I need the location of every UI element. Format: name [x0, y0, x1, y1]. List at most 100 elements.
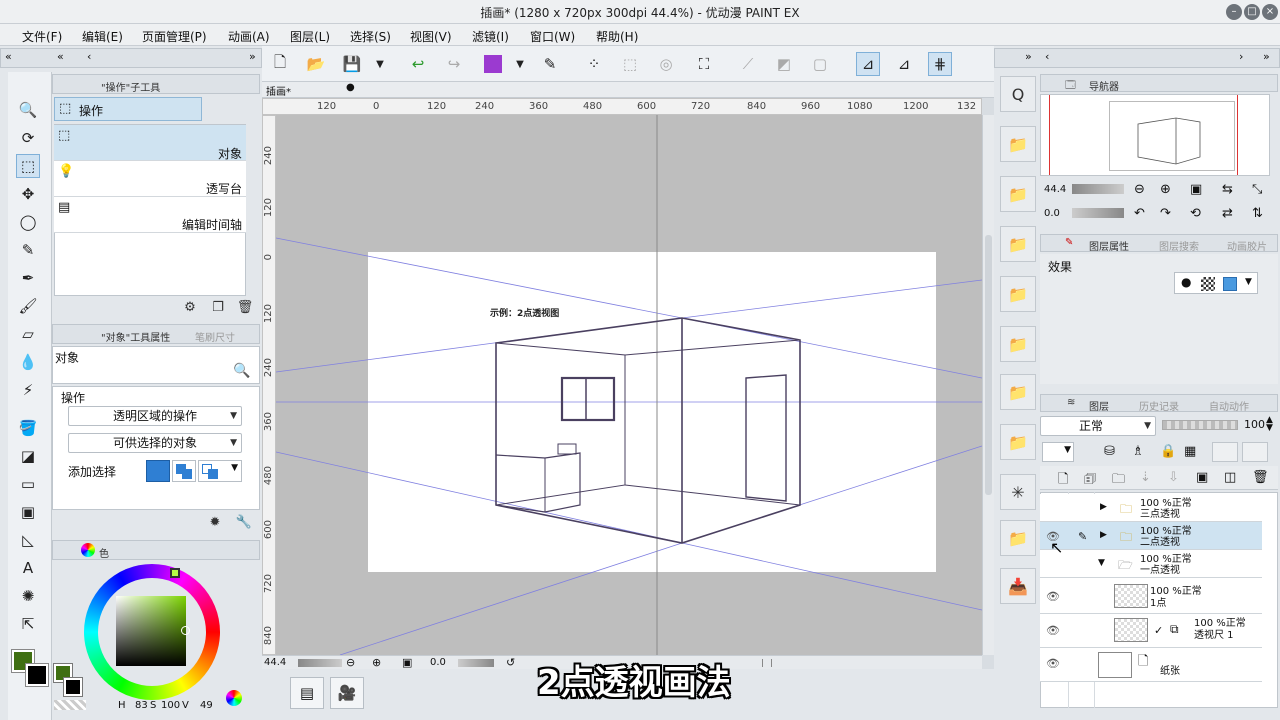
nav-flip-icon[interactable]: ⇆ — [1222, 182, 1233, 197]
navigator-tab[interactable]: 导航器 — [1089, 78, 1119, 93]
menu-filter[interactable]: 滤镜(I) — [472, 28, 509, 45]
hscroll-thumb[interactable] — [762, 659, 772, 667]
layer-color-dropdown[interactable]: ▼ — [1042, 442, 1074, 462]
snap-grid-icon[interactable]: ⋕ — [928, 52, 952, 76]
decoration-tool-icon[interactable]: ⚡ — [16, 378, 40, 402]
material-effect-icon[interactable]: 📁 — [1000, 424, 1036, 460]
collapse-icon[interactable]: « — [57, 50, 64, 63]
canvas-vscroll[interactable] — [982, 115, 994, 655]
pen-tool-icon[interactable]: ✒ — [16, 266, 40, 290]
rotate-tool-icon[interactable]: ⟳ — [16, 126, 40, 150]
navigator-zoom-slider[interactable] — [1072, 184, 1124, 194]
ruler-link-icon[interactable] — [1242, 442, 1268, 462]
ruler-disabled-icon[interactable]: ⟋ — [736, 52, 760, 76]
menu-layer[interactable]: 图层(L) — [290, 28, 330, 45]
saturation-value-square[interactable] — [116, 596, 186, 666]
figure-tool-icon[interactable]: ▭ — [16, 472, 40, 496]
nav-flip-h-icon[interactable]: ⇄ — [1222, 206, 1233, 221]
expand-icon[interactable]: » — [249, 50, 256, 63]
vscroll-thumb[interactable] — [985, 235, 992, 495]
reference-layer-icon[interactable]: ♗ — [1132, 444, 1144, 459]
rotate-slider[interactable] — [458, 659, 494, 667]
menu-select[interactable]: 选择(S) — [350, 28, 391, 45]
layer-row[interactable]: 🗋 纸张 — [1040, 648, 1262, 682]
navigator-rotate-value[interactable]: 0.0 — [1044, 208, 1060, 219]
zoom-in-icon[interactable]: ⊕ — [372, 656, 381, 669]
history-tab[interactable]: 历史记录 — [1139, 398, 1179, 413]
navigator-zoom-value[interactable]: 44.4 — [1044, 184, 1066, 195]
fill-dropdown-icon[interactable]: ▼ — [508, 52, 532, 76]
material-download-icon[interactable]: 📥 — [1000, 568, 1036, 604]
zoom-slider[interactable] — [298, 659, 342, 667]
menu-help[interactable]: 帮助(H) — [596, 28, 638, 45]
subtract-select-mode-icon[interactable]: ▼ — [198, 460, 242, 482]
opacity-slider[interactable] — [1162, 420, 1238, 430]
grid-disabled-icon[interactable]: ◩ — [772, 52, 796, 76]
material-3d-icon[interactable]: 📁 — [1000, 176, 1036, 212]
redo-icon[interactable]: ↪ — [442, 52, 466, 76]
select-all-icon[interactable]: ⁘ — [582, 52, 606, 76]
timeline-icon[interactable]: ▤ — [290, 677, 324, 709]
canvas-drawing[interactable] — [276, 115, 982, 655]
menu-page[interactable]: 页面管理(P) — [142, 28, 207, 45]
brush-tool-icon[interactable]: 🖌 — [16, 294, 40, 318]
layer-row[interactable]: ▼ 🗁 100 %正常 一点透视 — [1040, 550, 1262, 578]
transparent-area-dropdown[interactable]: 透明区域的操作 — [68, 406, 242, 426]
camera-icon[interactable]: 🎥 — [330, 677, 364, 709]
color-sub-mini[interactable] — [63, 677, 83, 697]
new-folder-icon[interactable]: 🗀 — [1112, 470, 1125, 492]
mask-add-icon[interactable]: ▣ — [1196, 470, 1208, 485]
navigator-rotate-slider[interactable] — [1072, 208, 1124, 218]
sv-handle[interactable] — [181, 626, 190, 635]
opacity-spinner-icon[interactable]: ▲ ▼ — [1266, 416, 1273, 433]
color-mode-icon[interactable] — [226, 690, 242, 706]
pen-icon[interactable]: ✎ — [538, 52, 562, 76]
effect-dropdown-icon[interactable]: ▼ — [1245, 277, 1252, 287]
material-pattern-icon[interactable]: 📁 — [1000, 374, 1036, 410]
chevron-left-icon[interactable]: ‹ — [1045, 50, 1049, 63]
new-vector-layer-icon[interactable]: 🗊 — [1084, 470, 1096, 492]
material-brush-icon[interactable]: 📁 — [1000, 326, 1036, 362]
layer-color-icon[interactable] — [1223, 277, 1237, 291]
auto-action-tab[interactable]: 自动动作 — [1209, 398, 1249, 413]
rotate-left-icon[interactable]: ↺ — [506, 656, 515, 669]
sub-color-swatch[interactable] — [25, 663, 49, 687]
tone-effect-icon[interactable] — [1201, 277, 1215, 291]
operation-tool-icon[interactable]: ⬚ — [16, 154, 40, 178]
snap-to-ruler-icon[interactable]: ⊿ — [856, 52, 880, 76]
nav-rotate-right-icon[interactable]: ↷ — [1160, 206, 1171, 221]
canvas-viewport[interactable]: 示例：2点透视图 — [276, 115, 982, 655]
color-wheel-tab-icon[interactable] — [81, 543, 95, 557]
blend-mode-dropdown[interactable]: 正常 — [1040, 416, 1156, 436]
layer-row[interactable]: ✓ ⧉ 100 %正常 透视尺 1 — [1040, 614, 1262, 648]
property-settings-icon[interactable]: 🔧 — [234, 512, 254, 532]
chevron-right-icon[interactable]: › — [1239, 50, 1243, 63]
open-file-icon[interactable]: 📂 — [304, 52, 328, 76]
material-panel-icon[interactable]: 📁 — [1000, 126, 1036, 162]
blend-tool-icon[interactable]: 💧 — [16, 350, 40, 374]
folder-expand-icon[interactable]: ▶ — [1100, 502, 1107, 512]
delete-layer-icon[interactable]: 🗑 — [1252, 470, 1269, 485]
ruler-tool-icon[interactable]: ◺ — [16, 528, 40, 552]
subtool-item-object[interactable]: ⬚ 对象 — [54, 125, 246, 161]
canvas-tab-close-icon[interactable]: ● — [346, 82, 355, 93]
eyedropper-tool-icon[interactable]: ✎ — [16, 238, 40, 262]
nav-rotate-left-icon[interactable]: ↶ — [1134, 206, 1145, 221]
nav-zoom-out-icon[interactable]: ⊖ — [1134, 182, 1145, 197]
restore-button[interactable]: □ — [1244, 4, 1260, 20]
material-tone-icon[interactable]: 📁 — [1000, 276, 1036, 312]
gradient-tool-icon[interactable]: ◪ — [16, 444, 40, 468]
subtool-item-light-table[interactable]: 💡 透写台 — [54, 161, 246, 197]
subtool-item-timeline[interactable]: ▤ 编辑时间轴 — [54, 197, 246, 233]
delete-subtool-icon[interactable]: 🗑 — [235, 297, 255, 317]
hue-handle[interactable] — [170, 568, 180, 578]
material-sparkle-icon[interactable]: ✳ — [1000, 474, 1036, 510]
fill-color-icon[interactable] — [484, 55, 502, 73]
fill-tool-icon[interactable]: 🪣 — [16, 416, 40, 440]
folder-collapse-icon[interactable]: ▼ — [1098, 558, 1105, 568]
transparent-color-swatch[interactable] — [54, 700, 86, 710]
collapse-left-icon[interactable]: « — [5, 50, 12, 63]
correct-line-tool-icon[interactable]: ⇱ — [16, 612, 40, 636]
property-search-icon[interactable]: 🔍 — [233, 363, 250, 379]
color-tab[interactable]: 色 — [99, 545, 109, 560]
